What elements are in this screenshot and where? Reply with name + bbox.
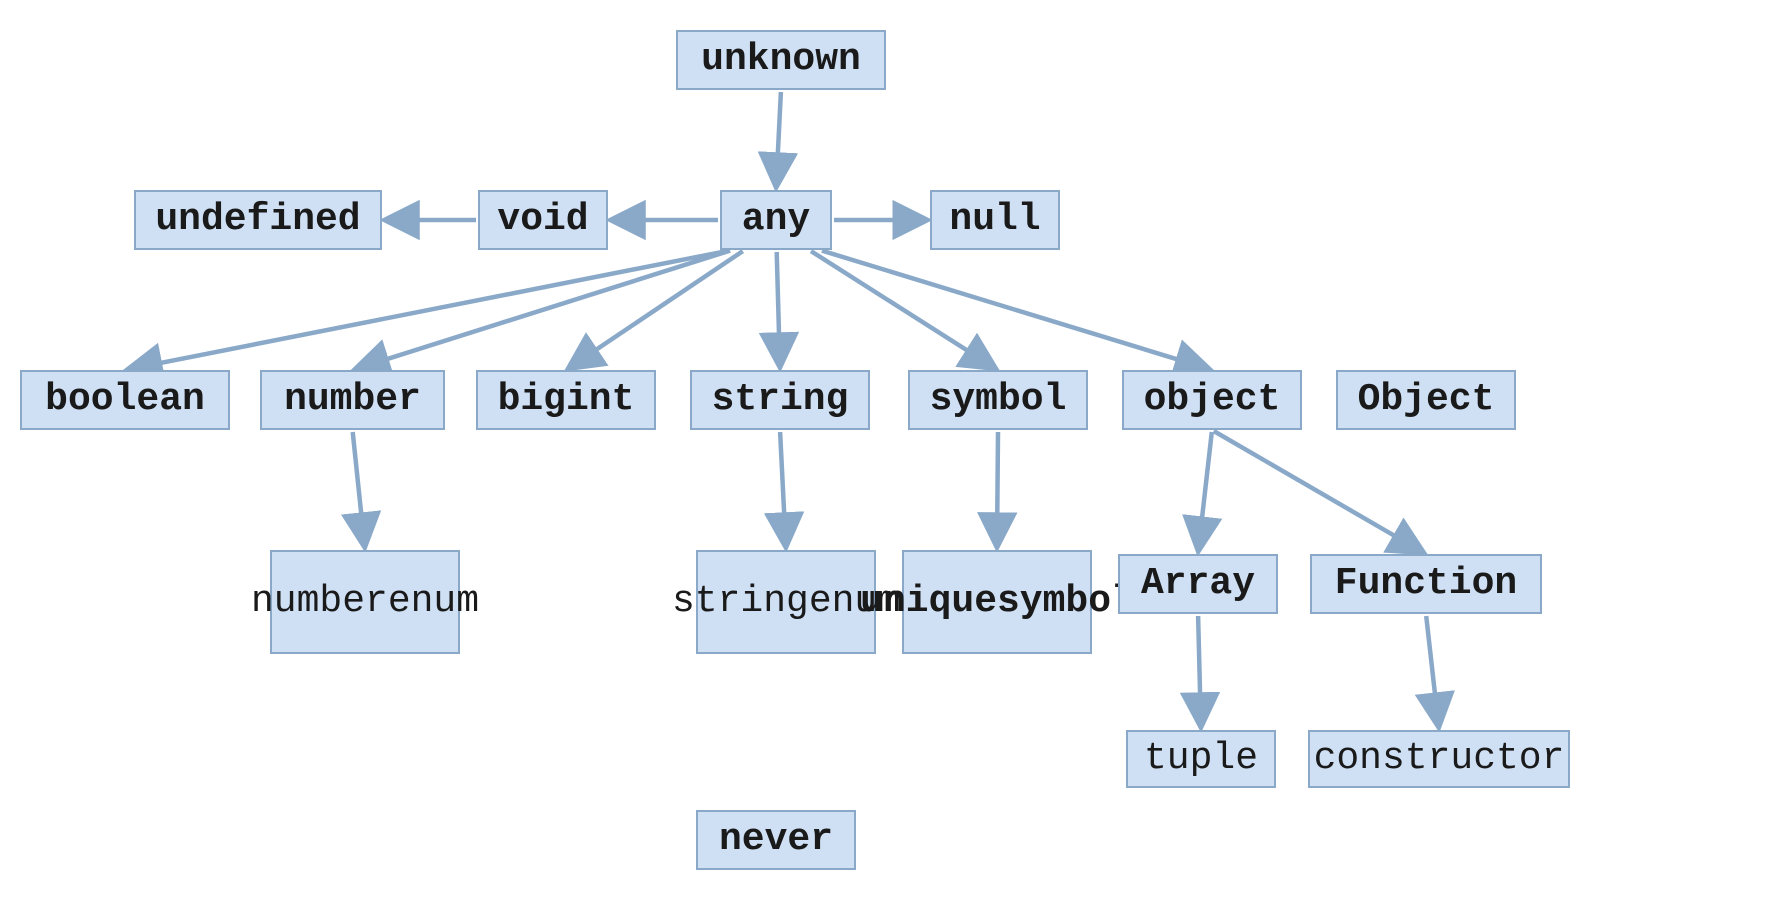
- node-constructor: constructor: [1308, 730, 1570, 788]
- node-void: void: [478, 190, 608, 250]
- node-symbol: symbol: [908, 370, 1088, 430]
- node-boolean: boolean: [20, 370, 230, 430]
- node-number_enum: numberenum: [270, 550, 460, 654]
- diagram-canvas: unknown undefined void any null boolean number…: [0, 0, 1780, 912]
- node-never: never: [696, 810, 856, 870]
- edge-any-to-number: [356, 251, 730, 369]
- edge-string-to-string_enum: [780, 432, 786, 546]
- node-Function: Function: [1310, 554, 1542, 614]
- node-tuple: tuple: [1126, 730, 1276, 788]
- node-Object: Object: [1336, 370, 1516, 430]
- edge-any-to-bigint: [569, 251, 743, 368]
- node-object: object: [1122, 370, 1302, 430]
- node-null: null: [930, 190, 1060, 250]
- edge-number-to-number_enum: [353, 432, 365, 546]
- node-any: any: [720, 190, 832, 250]
- node-string: string: [690, 370, 870, 430]
- edge-Array-to-tuple: [1198, 616, 1201, 726]
- edge-any-to-boolean: [129, 250, 730, 369]
- node-bigint: bigint: [476, 370, 656, 430]
- edge-unknown-to-any: [776, 92, 781, 186]
- edge-object-to-Function: [1214, 431, 1423, 552]
- node-unknown: unknown: [676, 30, 886, 90]
- node-undefined: undefined: [134, 190, 382, 250]
- edge-any-to-object: [822, 251, 1208, 369]
- node-string_enum: stringenum: [696, 550, 876, 654]
- edge-any-to-string: [777, 252, 780, 366]
- node-number: number: [260, 370, 445, 430]
- node-Array: Array: [1118, 554, 1278, 614]
- edge-Function-to-constructor: [1426, 616, 1438, 726]
- edge-object-to-Array: [1198, 432, 1211, 550]
- node-unique_symbol: uniquesymbol: [902, 550, 1092, 654]
- edge-symbol-to-unique_symbol: [997, 432, 998, 546]
- edge-any-to-symbol: [811, 251, 995, 368]
